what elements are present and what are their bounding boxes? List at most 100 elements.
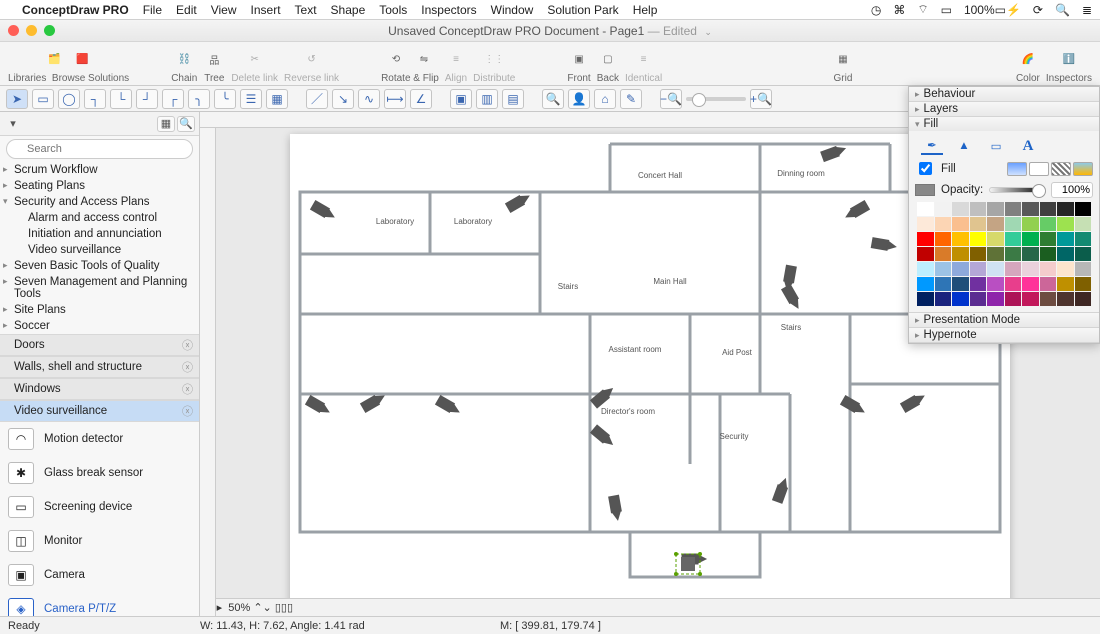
color-swatch[interactable] xyxy=(1040,232,1057,246)
measure-tool[interactable]: ⟼ xyxy=(384,89,406,109)
color-swatch[interactable] xyxy=(952,232,969,246)
menu-help[interactable]: Help xyxy=(633,3,658,17)
library-dropdown[interactable]: ▾ xyxy=(4,116,22,132)
menu-window[interactable]: Window xyxy=(491,3,534,17)
color-swatch[interactable] xyxy=(1005,277,1022,291)
color-swatch[interactable] xyxy=(987,277,1004,291)
fill-checkbox[interactable] xyxy=(919,162,932,175)
page-thumbs[interactable]: ▯▯▯ xyxy=(275,602,293,614)
color-swatch[interactable] xyxy=(1022,202,1039,216)
library-tree[interactable]: Scrum WorkflowSeating PlansSecurity and … xyxy=(0,162,199,334)
camera-shape[interactable] xyxy=(782,285,803,311)
tree-item[interactable]: Site Plans xyxy=(0,302,199,318)
library-section[interactable]: Windowsⓧ xyxy=(0,378,199,400)
color-swatch[interactable] xyxy=(970,292,987,306)
color-swatch[interactable] xyxy=(1022,232,1039,246)
color-swatch[interactable] xyxy=(1057,202,1074,216)
fill-tab-bucket[interactable]: ▲ xyxy=(953,137,975,155)
color-swatch[interactable] xyxy=(935,262,952,276)
color-swatch[interactable] xyxy=(1040,262,1057,276)
pencil-tool[interactable]: ✎ xyxy=(620,89,642,109)
tree-item[interactable]: Video surveillance xyxy=(0,242,199,258)
grid-view-icon[interactable]: ▦ xyxy=(157,116,175,132)
color-swatch[interactable] xyxy=(1040,247,1057,261)
color-swatch[interactable] xyxy=(1040,292,1057,306)
menu-view[interactable]: View xyxy=(211,3,237,17)
chain-icon[interactable]: ⛓️ xyxy=(173,48,195,70)
camera-shape[interactable] xyxy=(841,396,867,417)
mac-menubar[interactable]: ConceptDraw PRO File Edit View Insert Te… xyxy=(0,0,1100,20)
library-sections[interactable]: DoorsⓧWalls, shell and structureⓧWindows… xyxy=(0,334,199,422)
stencil-list[interactable]: ◠Motion detector✱Glass break sensor▭Scre… xyxy=(0,422,199,616)
list-icon[interactable]: ≣ xyxy=(1082,3,1092,17)
current-fill-swatch[interactable] xyxy=(915,184,935,196)
clock-icon[interactable]: ◷ xyxy=(871,3,881,17)
color-swatch[interactable] xyxy=(935,202,952,216)
tree-item[interactable]: Alarm and access control xyxy=(0,210,199,226)
inspector-layers-header[interactable]: Layers xyxy=(909,102,1099,116)
tree-item[interactable]: Seating Plans xyxy=(0,178,199,194)
ellipse-tool[interactable]: ◯ xyxy=(58,89,80,109)
tree-item[interactable]: Soccer xyxy=(0,318,199,334)
color-swatch[interactable] xyxy=(952,247,969,261)
line-tool[interactable]: ／ xyxy=(306,89,328,109)
fill-tab-shadow[interactable]: ▭ xyxy=(985,137,1007,155)
connector-tool-5[interactable]: ╮ xyxy=(188,89,210,109)
color-swatch[interactable] xyxy=(1075,217,1092,231)
color-swatch[interactable] xyxy=(1022,217,1039,231)
color-swatch[interactable] xyxy=(1075,277,1092,291)
color-swatch[interactable] xyxy=(917,247,934,261)
camera-shape[interactable] xyxy=(306,396,332,417)
color-swatch[interactable] xyxy=(1005,262,1022,276)
camera-shape[interactable] xyxy=(591,425,616,448)
camera-shape[interactable] xyxy=(844,201,870,222)
color-swatch[interactable] xyxy=(1005,202,1022,216)
color-swatch[interactable] xyxy=(952,202,969,216)
fill-type-gradient[interactable] xyxy=(1007,162,1027,176)
color-swatch[interactable] xyxy=(1075,247,1092,261)
menu-solutionpark[interactable]: Solution Park xyxy=(547,3,618,17)
stencil-item[interactable]: ◠Motion detector xyxy=(0,422,199,456)
angle-tool[interactable]: ∠ xyxy=(410,89,432,109)
menu-text[interactable]: Text xyxy=(295,3,317,17)
title-chevron-icon[interactable]: ⌄ xyxy=(704,27,712,37)
opacity-slider[interactable] xyxy=(989,187,1045,193)
stencil-item[interactable]: ◫Monitor xyxy=(0,524,199,558)
zoom-stepper[interactable]: ⌃⌄ xyxy=(253,602,275,614)
library-section[interactable]: Doorsⓧ xyxy=(0,334,199,356)
color-swatch[interactable] xyxy=(1057,292,1074,306)
rotate-icon[interactable]: ⟲ xyxy=(385,48,407,70)
color-wheel-icon[interactable]: 🌈 xyxy=(1017,48,1039,70)
color-swatch[interactable] xyxy=(1057,247,1074,261)
browse-solutions-icon[interactable]: 🟥 xyxy=(72,48,94,70)
close-icon[interactable]: ⓧ xyxy=(182,337,193,353)
color-swatch[interactable] xyxy=(952,292,969,306)
back-icon[interactable]: ▢ xyxy=(597,48,619,70)
color-swatch[interactable] xyxy=(1075,232,1092,246)
control-center-icon[interactable]: ⌘ xyxy=(893,3,905,17)
library-search-input[interactable] xyxy=(6,139,193,159)
color-swatch[interactable] xyxy=(970,277,987,291)
color-swatch[interactable] xyxy=(1005,247,1022,261)
color-swatch[interactable] xyxy=(987,202,1004,216)
stencil-item[interactable]: ▭Screening device xyxy=(0,490,199,524)
menu-file[interactable]: File xyxy=(143,3,162,17)
color-swatch[interactable] xyxy=(970,262,987,276)
inspector-presentation-header[interactable]: Presentation Mode xyxy=(909,313,1099,327)
camera-shape[interactable] xyxy=(871,238,896,252)
zoom-window-button[interactable] xyxy=(44,25,55,36)
library-section[interactable]: Walls, shell and structureⓧ xyxy=(0,356,199,378)
color-swatch[interactable] xyxy=(935,292,952,306)
tree-item[interactable]: Scrum Workflow xyxy=(0,162,199,178)
close-icon[interactable]: ⓧ xyxy=(182,403,193,419)
camera-shape[interactable] xyxy=(773,477,791,503)
color-swatch[interactable] xyxy=(970,247,987,261)
color-swatch[interactable] xyxy=(1040,277,1057,291)
fill-type-hatch[interactable] xyxy=(1051,162,1071,176)
fill-type-image[interactable] xyxy=(1073,162,1093,176)
color-swatch[interactable] xyxy=(987,247,1004,261)
color-swatch[interactable] xyxy=(917,217,934,231)
close-window-button[interactable] xyxy=(8,25,19,36)
color-swatch[interactable] xyxy=(917,262,934,276)
camera-shape[interactable] xyxy=(436,396,462,417)
